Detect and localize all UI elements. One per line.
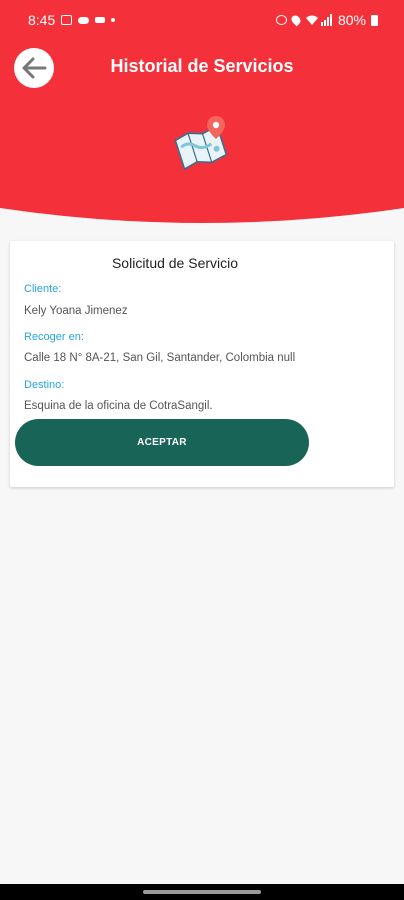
- home-handle[interactable]: [143, 890, 261, 894]
- cloud-icon: [78, 16, 90, 24]
- service-request-card: Solicitud de Servicio Cliente: Kely Yoan…: [10, 241, 394, 487]
- status-bar: 8:45 80%: [0, 0, 404, 40]
- notification-dot-icon: [111, 18, 116, 22]
- cliente-value: Kely Yoana Jimenez: [24, 305, 128, 317]
- gallery-icon: [61, 15, 73, 25]
- car-icon: [95, 17, 106, 23]
- accept-button[interactable]: ACEPTAR: [15, 419, 309, 466]
- location-icon: [289, 13, 303, 27]
- alarm-icon: [275, 15, 287, 25]
- recoger-label: Recoger en:: [24, 331, 84, 343]
- status-time: 8:45: [28, 12, 56, 28]
- destino-label: Destino:: [24, 379, 65, 391]
- battery-icon: [371, 14, 378, 26]
- wifi-signal-icon: [305, 14, 332, 26]
- battery-percent: 80%: [337, 12, 366, 28]
- cliente-label: Cliente:: [24, 283, 62, 295]
- navigation-bar: [0, 884, 404, 900]
- header: 8:45 80% Historial de Servicios: [0, 0, 404, 240]
- map-logo-icon: [174, 116, 228, 171]
- card-title: Solicitud de Servicio: [111, 255, 239, 271]
- destino-value: Esquina de la oficina de CotraSangil.: [24, 400, 213, 412]
- page-title: Historial de Servicios: [110, 56, 294, 76]
- recoger-value: Calle 18 N° 8A-21, San Gil, Santander, C…: [24, 352, 296, 364]
